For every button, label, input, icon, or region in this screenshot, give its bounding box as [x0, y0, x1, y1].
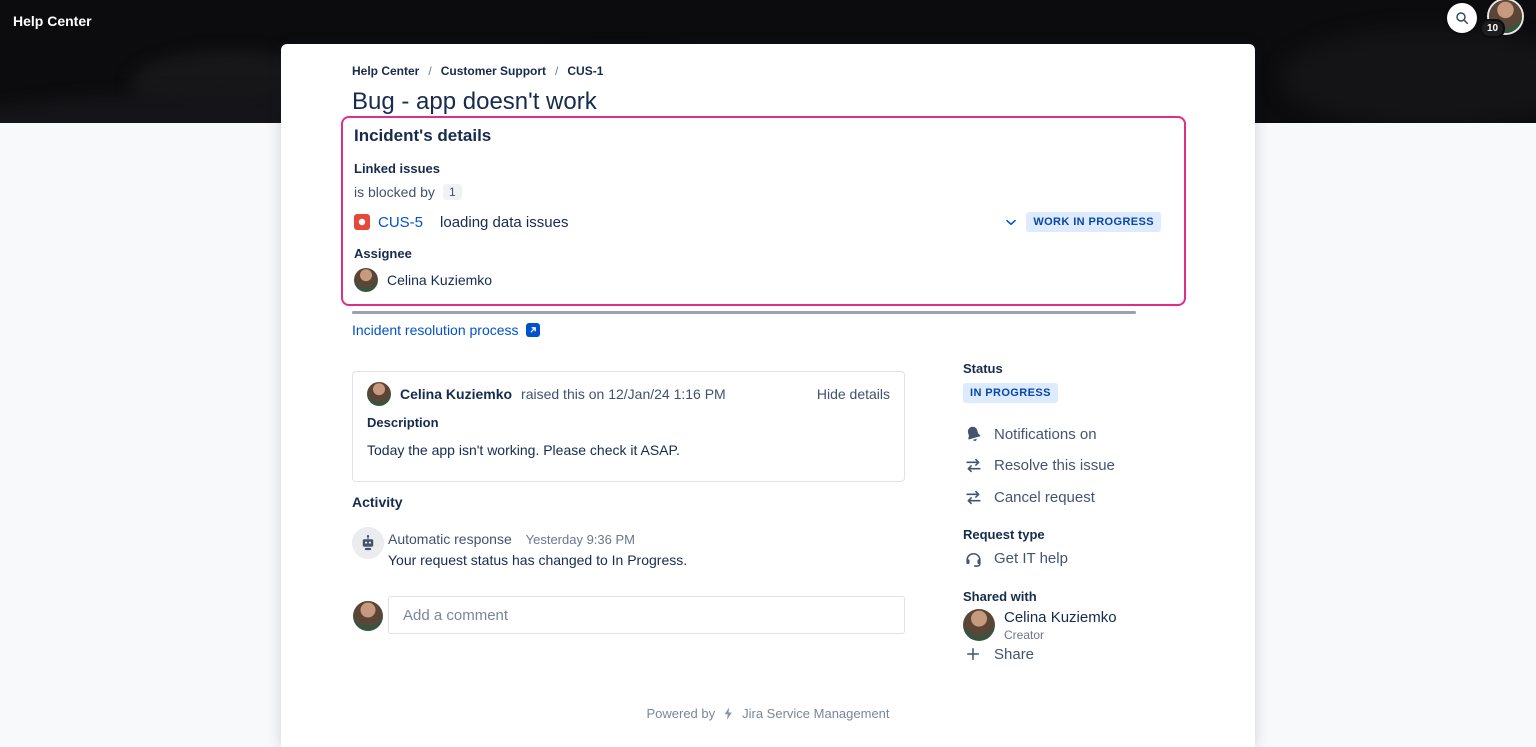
share-button-label: Share — [994, 646, 1034, 663]
breadcrumb-separator: / — [555, 64, 558, 78]
activity-item-header: Automatic response Yesterday 9:36 PM — [388, 531, 635, 547]
breadcrumb-current-issue: CUS-1 — [567, 64, 603, 78]
breadcrumb-help-center[interactable]: Help Center — [352, 64, 419, 78]
notification-count-badge: 10 — [1480, 19, 1505, 38]
request-type-heading: Request type — [963, 527, 1045, 542]
share-button[interactable]: Share — [963, 645, 1034, 663]
bug-icon — [354, 214, 370, 230]
external-link-icon — [526, 323, 540, 337]
automation-avatar — [352, 527, 384, 559]
cancel-request-label: Cancel request — [994, 489, 1095, 506]
assignee-name: Celina Kuziemko — [387, 272, 492, 288]
incident-details-panel: Incident's details Linked issues is bloc… — [341, 116, 1186, 306]
relation-label: is blocked by — [354, 184, 435, 200]
shared-person-role: Creator — [1004, 628, 1117, 642]
activity-message: Your request status has changed to In Pr… — [388, 552, 687, 568]
issue-status-lozenge: WORK IN PROGRESS — [1026, 212, 1161, 232]
request-view-card: Help Center / Customer Support / CUS-1 B… — [281, 44, 1255, 747]
robot-icon — [359, 534, 377, 552]
relation-count-badge: 1 — [443, 184, 462, 200]
assignee-row: Celina Kuziemko — [354, 268, 492, 292]
horizontal-scrollbar[interactable] — [352, 311, 1136, 314]
help-center-title: Help Center — [13, 13, 92, 29]
search-button[interactable] — [1447, 3, 1477, 33]
portal-footer: Powered by Jira Service Management — [281, 706, 1255, 721]
shared-with-heading: Shared with — [963, 589, 1037, 604]
banner-cloud-decoration — [1280, 28, 1536, 123]
activity-timestamp: Yesterday 9:36 PM — [526, 532, 635, 547]
request-details-header: Celina Kuziemko raised this on 12/Jan/24… — [367, 382, 890, 406]
hide-details-button[interactable]: Hide details — [817, 386, 890, 402]
shared-person-name: Celina Kuziemko — [1004, 609, 1117, 626]
transition-arrows-icon — [963, 456, 983, 475]
shared-person-avatar — [963, 609, 995, 641]
jira-logo-icon — [721, 706, 736, 721]
headset-icon — [963, 549, 983, 568]
search-icon — [1454, 10, 1470, 26]
linked-issues-heading: Linked issues — [354, 161, 440, 176]
request-details-card: Celina Kuziemko raised this on 12/Jan/24… — [352, 371, 905, 482]
incident-resolution-link[interactable]: Incident resolution process — [352, 322, 540, 338]
activity-author: Automatic response — [388, 531, 512, 547]
notifications-toggle-label: Notifications on — [994, 426, 1097, 443]
plus-icon — [963, 645, 983, 663]
reporter-name: Celina Kuziemko — [400, 386, 512, 402]
assignee-heading: Assignee — [354, 246, 412, 261]
bell-icon — [963, 425, 983, 444]
shared-person-row: Celina Kuziemko Creator — [963, 609, 1117, 642]
powered-by-text: Powered by — [646, 706, 715, 721]
breadcrumb-customer-support[interactable]: Customer Support — [441, 64, 546, 78]
link-relation-row: is blocked by 1 — [354, 184, 462, 200]
activity-heading: Activity — [352, 494, 403, 510]
transition-arrows-icon — [963, 488, 983, 507]
chevron-down-icon — [1004, 215, 1018, 229]
raised-on-text: raised this on 12/Jan/24 1:16 PM — [521, 386, 726, 402]
issue-status-dropdown[interactable]: WORK IN PROGRESS — [1004, 212, 1161, 232]
notifications-toggle[interactable]: Notifications on — [963, 425, 1097, 444]
request-type-row: Get IT help — [963, 549, 1068, 568]
page-title: Bug - app doesn't work — [352, 88, 597, 116]
status-badge[interactable]: IN PROGRESS — [963, 383, 1058, 401]
cancel-request-action[interactable]: Cancel request — [963, 488, 1095, 507]
issue-key-link[interactable]: CUS-5 — [378, 214, 423, 231]
description-text: Today the app isn't working. Please chec… — [367, 442, 680, 458]
help-center-portal: Help Center 10 Help Center / Customer Su… — [0, 0, 1536, 747]
incident-resolution-link-label: Incident resolution process — [352, 322, 519, 338]
assignee-avatar — [354, 268, 378, 292]
status-heading: Status — [963, 361, 1003, 376]
resolve-issue-action[interactable]: Resolve this issue — [963, 456, 1115, 475]
resolve-issue-label: Resolve this issue — [994, 457, 1115, 474]
issue-summary: loading data issues — [440, 214, 568, 231]
description-heading: Description — [367, 415, 439, 430]
status-lozenge: IN PROGRESS — [963, 383, 1058, 403]
breadcrumb-separator: / — [428, 64, 431, 78]
comment-input[interactable] — [388, 596, 905, 634]
user-avatar[interactable]: 10 — [1489, 0, 1522, 33]
breadcrumb: Help Center / Customer Support / CUS-1 — [352, 64, 603, 78]
current-user-avatar — [353, 601, 383, 631]
reporter-avatar — [367, 382, 391, 406]
incident-details-heading: Incident's details — [354, 126, 491, 146]
jira-brand-link[interactable]: Jira Service Management — [742, 706, 889, 721]
linked-issue-row[interactable]: CUS-5 loading data issues WORK IN PROGRE… — [354, 209, 1173, 235]
request-type-value: Get IT help — [994, 550, 1068, 567]
